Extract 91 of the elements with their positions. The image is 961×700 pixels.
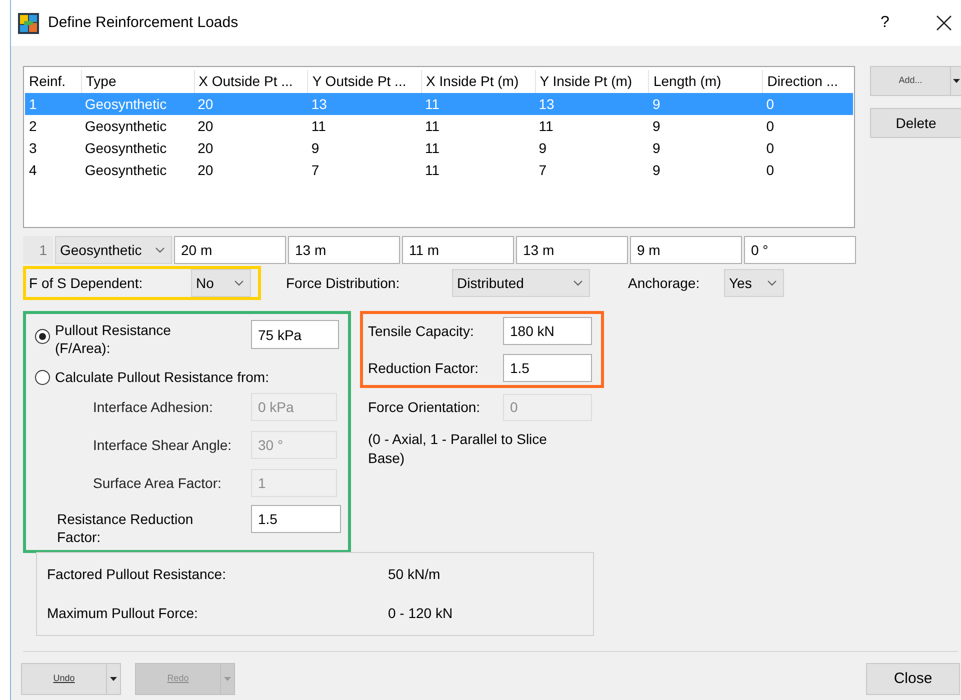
- undo-button[interactable]: Undo: [21, 663, 107, 695]
- input-field[interactable]: 1.5: [251, 505, 341, 533]
- field-label: Force Orientation:: [368, 398, 482, 416]
- table-cell-text: 4: [28, 160, 38, 180]
- input-field[interactable]: 13 m: [516, 236, 628, 264]
- field-label: Interface Shear Angle:: [93, 436, 233, 455]
- field-label: Anchorage:: [628, 274, 701, 293]
- field-label: Surface Area Factor:: [93, 474, 222, 492]
- chevron-down-icon: [573, 280, 583, 286]
- summary-label: Maximum Pullout Force:: [47, 604, 199, 623]
- dropdown[interactable]: Geosynthetic: [55, 236, 172, 264]
- input-field[interactable]: 9 m: [630, 236, 742, 264]
- table-cell-text: 0: [765, 94, 775, 114]
- table-cell-text: 7: [538, 160, 548, 180]
- table-cell-text: Geosynthetic: [84, 94, 168, 114]
- table-cell-text: 20: [196, 160, 214, 180]
- add-button[interactable]: Add...: [870, 66, 951, 96]
- radio-label: Calculate Pullout Resistance from:: [55, 368, 269, 386]
- table-cell-text: 11: [310, 116, 327, 136]
- table-cell-text: 13: [538, 94, 556, 114]
- input-field[interactable]: 1.5: [503, 354, 592, 382]
- field-label: Reduction Factor:: [368, 358, 480, 378]
- row-number: 1: [23, 236, 53, 264]
- caret-icon: [224, 677, 231, 681]
- radio-button[interactable]: [35, 370, 50, 384]
- field-label: F of S Dependent:: [29, 274, 144, 293]
- input-field[interactable]: 75 kPa: [251, 320, 339, 349]
- table-cell-text: 9: [651, 160, 662, 180]
- field-label: Interface Adhesion:: [93, 398, 214, 416]
- dropdown-value: Geosynthetic: [60, 240, 142, 260]
- caret-icon: [953, 79, 960, 83]
- orientation-note: (0 - Axial, 1 - Parallel to Slice Base): [368, 430, 548, 468]
- table-cell-text: 20: [196, 116, 214, 136]
- window-title: Define Reinforcement Loads: [48, 12, 238, 33]
- input-field[interactable]: 180 kN: [503, 317, 592, 345]
- input-field[interactable]: 11 m: [402, 236, 514, 264]
- table-row[interactable]: 3 Geosynthetic 20 9 11 9 9 0: [25, 137, 853, 159]
- table-cell-text: 7: [310, 160, 320, 180]
- summary-value: 0 - 120 kN: [388, 604, 453, 623]
- radio-label: Pullout Resistance (F/Area):: [55, 321, 172, 357]
- table-cell-text: 2: [28, 116, 38, 136]
- delete-button[interactable]: Delete: [870, 108, 961, 138]
- field-label: Tensile Capacity:: [368, 322, 475, 341]
- chevron-down-icon: [767, 280, 777, 286]
- caret-icon: [110, 677, 117, 681]
- chevron-down-icon: [234, 280, 244, 286]
- table-cell-text: 9: [651, 138, 662, 158]
- field-label: Resistance Reduction Factor:: [57, 510, 194, 546]
- input-field[interactable]: 13 m: [288, 236, 400, 264]
- dropdown[interactable]: No: [191, 269, 251, 297]
- chevron-down-icon: [155, 247, 165, 253]
- table-cell-text: 11: [538, 116, 554, 136]
- close-icon[interactable]: [935, 14, 953, 32]
- table-cell-text: Geosynthetic: [84, 116, 168, 136]
- dropdown-value: Yes: [729, 274, 752, 292]
- undo-menu-button[interactable]: [107, 663, 121, 695]
- app-logo-icon: [18, 12, 39, 34]
- dropdown[interactable]: Distributed: [452, 269, 590, 297]
- table-cell-text: 3: [28, 138, 38, 158]
- summary-label: Factored Pullout Resistance:: [47, 565, 227, 584]
- table-cell-text: 9: [651, 116, 662, 136]
- table-row[interactable]: 4 Geosynthetic 20 7 11 7 9 0: [25, 159, 853, 181]
- table-cell-text: 9: [310, 138, 320, 158]
- table-cell-text: 0: [765, 116, 775, 136]
- table-cell-text: 9: [538, 138, 548, 158]
- summary-value: 50 kN/m: [388, 565, 440, 584]
- table-cell-text: 9: [651, 94, 662, 114]
- radio-button[interactable]: [35, 329, 50, 344]
- dropdown-value: Distributed: [457, 274, 524, 292]
- table-cell-text: 20: [196, 94, 214, 114]
- table-cell-text: 0: [765, 160, 775, 180]
- table-cell-text: 11: [424, 94, 441, 114]
- add-menu-button[interactable]: [951, 66, 961, 96]
- table-cell-text: 11: [424, 116, 441, 136]
- table-cell-text: 0: [765, 138, 775, 158]
- table-row[interactable]: 2 Geosynthetic 20 11 11 11 9 0: [25, 115, 853, 137]
- table-cell-text: Geosynthetic: [84, 138, 168, 158]
- table-cell-text: 11: [424, 138, 441, 158]
- table-cell-text: 11: [424, 160, 441, 180]
- table-cell-text: 1: [28, 94, 38, 114]
- close-button[interactable]: Close: [866, 663, 960, 695]
- table-cell-text: Geosynthetic: [84, 160, 168, 180]
- field-label: Force Distribution:: [286, 274, 401, 292]
- dropdown-value: No: [196, 274, 214, 292]
- dropdown[interactable]: Yes: [724, 269, 784, 297]
- table-cell-text: 13: [310, 94, 328, 114]
- table-cell-text: 20: [196, 138, 214, 158]
- input-field[interactable]: 20 m: [174, 236, 286, 264]
- column-header[interactable]: Reinf.: [25, 70, 81, 93]
- input-field[interactable]: 0 °: [744, 236, 856, 264]
- help-button[interactable]: ?: [875, 11, 895, 35]
